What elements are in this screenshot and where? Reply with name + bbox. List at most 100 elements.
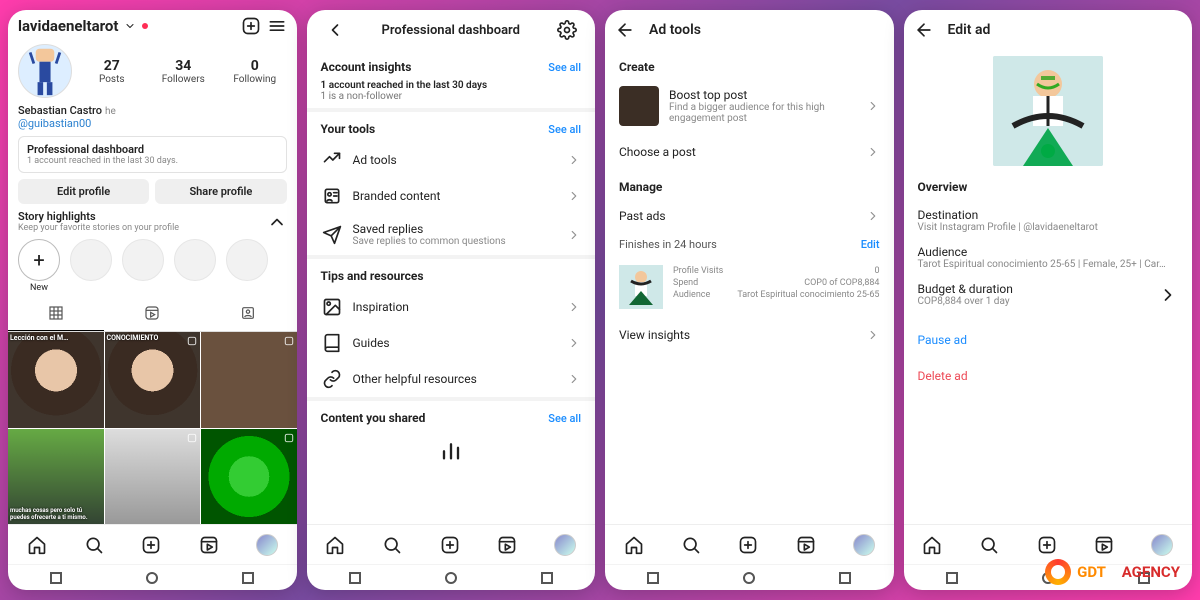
story-highlights-sub: Keep your favorite stories on your profi… bbox=[18, 223, 179, 233]
tool-saved-replies[interactable]: Saved repliesSave replies to common ques… bbox=[307, 214, 596, 255]
notification-dot-icon bbox=[142, 23, 148, 29]
share-profile-button[interactable]: Share profile bbox=[155, 179, 286, 204]
hamburger-menu-icon[interactable] bbox=[267, 16, 287, 36]
settings-gear-icon[interactable] bbox=[549, 20, 585, 40]
post-thumbnail[interactable]: Lección con el M… bbox=[8, 332, 104, 428]
insight-line1: 1 account reached in the last 30 days bbox=[321, 80, 488, 91]
boost-top-post[interactable]: Boost top postFind a bigger audience for… bbox=[605, 78, 894, 134]
tab-tagged[interactable] bbox=[200, 299, 296, 331]
chart-icon bbox=[437, 435, 465, 463]
image-icon bbox=[321, 297, 343, 317]
nav-reels-icon[interactable] bbox=[497, 535, 517, 555]
nav-search-icon[interactable] bbox=[681, 535, 701, 555]
post-thumbnail[interactable]: CONOCIMIENTO bbox=[105, 332, 201, 428]
nav-reels-icon[interactable] bbox=[1094, 535, 1114, 555]
nav-home-icon[interactable] bbox=[27, 535, 47, 555]
professional-dashboard-card[interactable]: Professional dashboard 1 account reached… bbox=[18, 136, 287, 173]
nav-reels-icon[interactable] bbox=[796, 535, 816, 555]
android-back-icon[interactable] bbox=[50, 572, 62, 584]
see-all-link[interactable]: See all bbox=[548, 412, 581, 425]
highlight-placeholder bbox=[70, 239, 112, 293]
chevron-up-icon[interactable] bbox=[267, 212, 287, 232]
nav-search-icon[interactable] bbox=[979, 535, 999, 555]
nav-create-icon[interactable] bbox=[738, 535, 758, 555]
tab-grid[interactable] bbox=[8, 299, 104, 331]
row-audience[interactable]: AudienceTarot Espiritual conocimiento 25… bbox=[904, 239, 1193, 276]
back-arrow-icon[interactable] bbox=[615, 20, 635, 40]
view-insights[interactable]: View insights bbox=[605, 317, 894, 353]
nav-profile-avatar[interactable] bbox=[256, 534, 278, 556]
see-all-link[interactable]: See all bbox=[548, 123, 581, 136]
running-ad-heading: Finishes in 24 hours bbox=[619, 238, 861, 251]
nav-profile-avatar[interactable] bbox=[853, 534, 875, 556]
nav-home-icon[interactable] bbox=[325, 535, 345, 555]
delete-ad-button[interactable]: Delete ad bbox=[918, 369, 968, 383]
nav-create-icon[interactable] bbox=[440, 535, 460, 555]
android-back-icon[interactable] bbox=[349, 572, 361, 584]
nav-home-icon[interactable] bbox=[922, 535, 942, 555]
back-arrow-icon[interactable] bbox=[914, 20, 934, 40]
reel-icon bbox=[284, 432, 294, 442]
post-thumbnail[interactable] bbox=[201, 332, 297, 428]
android-back-icon[interactable] bbox=[946, 572, 958, 584]
post-thumbnail[interactable] bbox=[105, 429, 201, 525]
see-all-link[interactable]: See all bbox=[548, 61, 581, 74]
new-highlight-button[interactable]: +New bbox=[18, 239, 60, 293]
book-icon bbox=[321, 333, 343, 353]
section-your-tools: Your tools bbox=[321, 122, 549, 136]
running-ad-card[interactable]: Profile Visits0 SpendCOP0 of COP8,884 Au… bbox=[605, 257, 894, 317]
post-thumbnail bbox=[619, 86, 659, 126]
android-recents-icon[interactable] bbox=[839, 572, 851, 584]
row-destination[interactable]: DestinationVisit Instagram Profile | @la… bbox=[904, 202, 1193, 239]
android-recents-icon[interactable] bbox=[242, 572, 254, 584]
pronoun: he bbox=[105, 106, 116, 117]
post-thumbnail[interactable]: muchas cosas pero solo tú puedes ofrecer… bbox=[8, 429, 104, 525]
pause-ad-button[interactable]: Pause ad bbox=[918, 333, 967, 347]
page-title: Professional dashboard bbox=[361, 23, 542, 38]
android-recents-icon[interactable] bbox=[541, 572, 553, 584]
nav-profile-avatar[interactable] bbox=[554, 534, 576, 556]
tool-branded-content[interactable]: Branded content bbox=[307, 178, 596, 214]
tab-reels[interactable] bbox=[104, 299, 200, 331]
nav-profile-avatar[interactable] bbox=[1151, 534, 1173, 556]
reel-icon bbox=[284, 335, 294, 345]
section-account-insights: Account insights bbox=[321, 60, 549, 74]
stat-followers[interactable]: 34Followers bbox=[152, 58, 216, 85]
android-home-icon[interactable] bbox=[146, 572, 158, 584]
nav-home-icon[interactable] bbox=[624, 535, 644, 555]
chevron-right-icon bbox=[866, 206, 880, 226]
row-budget-duration[interactable]: Budget & durationCOP8,884 over 1 day bbox=[904, 276, 1193, 313]
profile-username[interactable]: lavidaeneltarot bbox=[18, 17, 118, 35]
nav-create-icon[interactable] bbox=[141, 535, 161, 555]
chevron-down-icon[interactable] bbox=[124, 20, 136, 32]
stat-posts[interactable]: 27Posts bbox=[80, 58, 144, 85]
past-ads[interactable]: Past ads bbox=[605, 198, 894, 234]
section-overview: Overview bbox=[918, 180, 1179, 194]
nav-search-icon[interactable] bbox=[382, 535, 402, 555]
section-create: Create bbox=[605, 50, 894, 78]
gdt-logo-icon bbox=[1045, 559, 1071, 585]
nav-create-icon[interactable] bbox=[1037, 535, 1057, 555]
edit-link[interactable]: Edit bbox=[861, 238, 880, 251]
android-home-icon[interactable] bbox=[445, 572, 457, 584]
stat-following[interactable]: 0Following bbox=[223, 58, 287, 85]
trend-icon bbox=[321, 150, 343, 170]
linked-handle[interactable]: @guibastian00 bbox=[18, 117, 91, 130]
tip-guides[interactable]: Guides bbox=[307, 325, 596, 361]
nav-reels-icon[interactable] bbox=[199, 535, 219, 555]
android-back-icon[interactable] bbox=[647, 572, 659, 584]
post-thumbnail[interactable] bbox=[201, 429, 297, 525]
android-home-icon[interactable] bbox=[743, 572, 755, 584]
profile-avatar[interactable] bbox=[18, 44, 72, 98]
tip-inspiration[interactable]: Inspiration bbox=[307, 289, 596, 325]
chevron-right-icon bbox=[567, 150, 581, 170]
tip-other[interactable]: Other helpful resources bbox=[307, 361, 596, 397]
create-post-icon[interactable] bbox=[241, 16, 261, 36]
back-icon[interactable] bbox=[317, 20, 353, 40]
chevron-right-icon bbox=[866, 142, 880, 162]
nav-search-icon[interactable] bbox=[84, 535, 104, 555]
tool-ad-tools[interactable]: Ad tools bbox=[307, 142, 596, 178]
choose-post[interactable]: Choose a post bbox=[605, 134, 894, 170]
edit-profile-button[interactable]: Edit profile bbox=[18, 179, 149, 204]
ad-preview-image bbox=[993, 56, 1103, 166]
